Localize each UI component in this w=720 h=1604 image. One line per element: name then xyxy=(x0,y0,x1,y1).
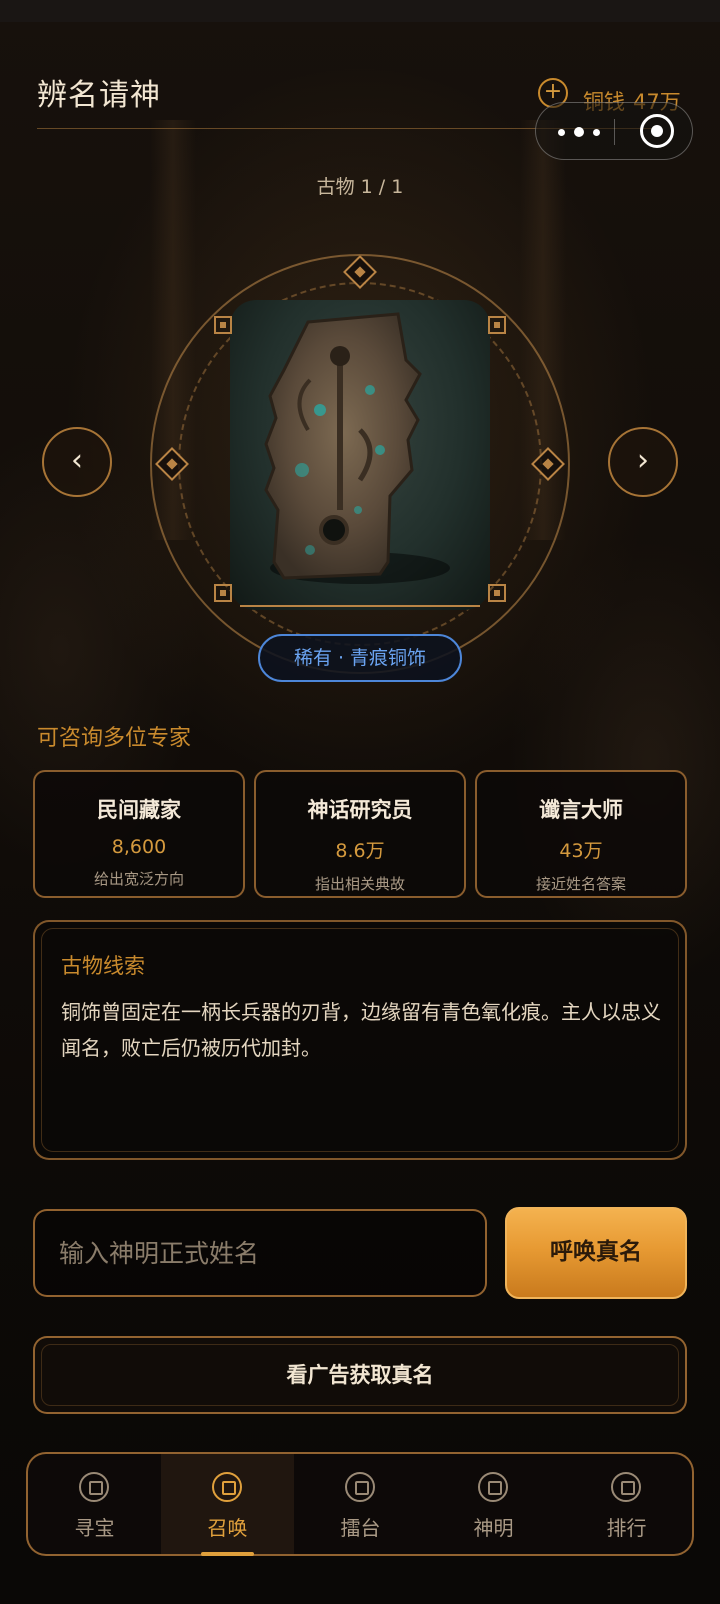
deity-icon xyxy=(478,1472,508,1502)
more-menu-icon[interactable] xyxy=(556,117,602,147)
tab-label: 召唤 xyxy=(207,1516,248,1540)
frame-baseline xyxy=(240,605,480,607)
tab-label: 擂台 xyxy=(340,1516,381,1540)
expert-desc: 给出宽泛方向 xyxy=(93,870,184,888)
tab-label: 寻宝 xyxy=(74,1516,115,1540)
previous-relic-button[interactable]: ‹ xyxy=(42,427,112,497)
clue-title: 古物线索 xyxy=(61,954,145,978)
deity-name-input[interactable] xyxy=(33,1209,487,1297)
active-tab-indicator xyxy=(201,1552,254,1556)
expert-price: 8,600 xyxy=(111,836,167,858)
expert-name: 民间藏家 xyxy=(97,798,181,822)
tab-arena[interactable]: 擂台 xyxy=(294,1454,427,1554)
clue-panel: 古物线索 铜饰曾固定在一柄长兵器的刃背，边缘留有青色氧化痕。主人以忠义闻名，败亡… xyxy=(33,920,687,1160)
ranking-icon xyxy=(611,1472,641,1502)
miniprogram-capsule xyxy=(535,102,693,160)
experts-title: 可咨询多位专家 xyxy=(37,726,192,751)
status-bar xyxy=(0,0,720,22)
watch-ad-button[interactable]: 看广告获取真名 xyxy=(33,1336,687,1414)
tab-label: 神明 xyxy=(473,1516,514,1540)
page-title: 辨名请神 xyxy=(37,78,161,113)
tab-treasure[interactable]: 寻宝 xyxy=(28,1454,161,1554)
frame-corner xyxy=(488,316,506,334)
expert-card-researcher[interactable]: 神话研究员 8.6万 指出相关典故 xyxy=(254,770,466,898)
frame-corner xyxy=(214,584,232,602)
relic-image xyxy=(230,300,490,610)
capsule-divider xyxy=(614,119,615,145)
summon-button[interactable]: 呼唤真名 xyxy=(505,1207,687,1299)
bronze-ornament-icon xyxy=(264,312,450,584)
rarity-tag: 稀有 · 青痕铜饰 xyxy=(258,634,462,682)
expert-name: 谶言大师 xyxy=(539,798,623,822)
tab-summon[interactable]: 召唤 xyxy=(161,1454,294,1556)
tab-bar: 寻宝 召唤 擂台 神明 排行 xyxy=(26,1452,694,1556)
expert-desc: 接近姓名答案 xyxy=(535,875,626,893)
expert-name: 神话研究员 xyxy=(307,798,413,822)
expert-price: 43万 xyxy=(559,840,603,862)
expert-price: 8.6万 xyxy=(335,840,385,862)
expert-card-collector[interactable]: 民间藏家 8,600 给出宽泛方向 xyxy=(33,770,245,898)
arena-icon xyxy=(345,1472,375,1502)
relic-counter: 古物 1 / 1 xyxy=(316,176,404,198)
expert-card-oracle[interactable]: 谶言大师 43万 接近姓名答案 xyxy=(475,770,687,898)
frame-corner xyxy=(214,316,232,334)
expert-desc: 指出相关典故 xyxy=(314,875,405,893)
summon-icon xyxy=(212,1472,242,1502)
tab-deity[interactable]: 神明 xyxy=(427,1454,560,1554)
home-icon xyxy=(79,1472,109,1502)
tab-ranking[interactable]: 排行 xyxy=(560,1454,693,1554)
clue-text: 铜饰曾固定在一柄长兵器的刃背，边缘留有青色氧化痕。主人以忠义闻名，败亡后仍被历代… xyxy=(61,1000,661,1060)
close-miniprogram-icon[interactable] xyxy=(640,114,674,148)
frame-corner xyxy=(488,584,506,602)
next-relic-button[interactable]: › xyxy=(608,427,678,497)
tab-label: 排行 xyxy=(606,1516,647,1540)
